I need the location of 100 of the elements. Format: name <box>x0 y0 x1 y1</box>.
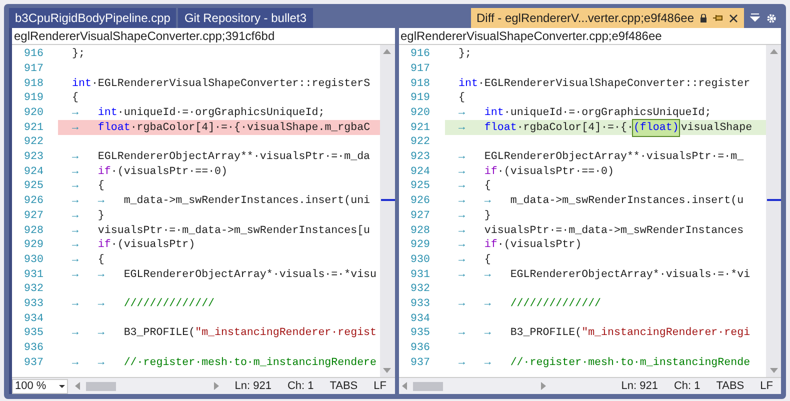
tab-marker: → <box>484 326 492 342</box>
code-text: int <box>72 76 92 92</box>
tab-marker: → <box>458 356 466 371</box>
line-number: 931 <box>410 268 431 283</box>
tab-marker: → <box>72 296 80 312</box>
code-text: EGLRendererObjectArray**·visualsPtr·=·m_da <box>98 150 370 166</box>
tab-marker: → <box>72 356 80 371</box>
status-text: LF <box>759 378 774 394</box>
tab-marker: → <box>72 194 80 210</box>
line-number: 937 <box>410 356 431 371</box>
tab-marker: → <box>484 296 492 312</box>
code-text: m_data->m_swRenderInstances.insert(uni <box>124 194 370 210</box>
code-text: B3_PROFILE( <box>510 326 582 342</box>
code-text: ·rgbaColor[4]·=·{· <box>516 120 634 136</box>
status-text: Ln: 921 <box>234 378 272 394</box>
code-text: B3_PROFILE( <box>124 326 196 342</box>
tab-marker: → <box>72 208 80 224</box>
line-number: 926 <box>410 194 431 210</box>
scroll-up-icon[interactable] <box>770 49 778 54</box>
code-text: ////////////// <box>510 296 602 312</box>
scroll-thumb[interactable] <box>412 382 442 390</box>
line-number: 917 <box>23 62 44 77</box>
scroll-right-icon[interactable] <box>214 382 219 390</box>
pin-icon[interactable] <box>713 14 723 22</box>
code-text: ////////////// <box>124 296 215 312</box>
line-number: 934 <box>410 312 431 327</box>
code-text: if <box>484 238 498 254</box>
close-icon[interactable] <box>729 14 738 22</box>
code-text: { <box>484 179 491 194</box>
code-text: { <box>98 252 104 268</box>
file-name: eglRendererVisualShapeConverter.cpp;e9f486ee <box>400 28 662 45</box>
tab-marker: → <box>458 296 466 312</box>
code-text: visualsPtr·=·m_data->m_swRenderInstances[u <box>98 224 370 238</box>
line-number: 924 <box>410 164 431 180</box>
tab-marker: → <box>72 164 80 180</box>
tab-marker: → <box>458 106 466 121</box>
tab-marker: → <box>484 194 492 210</box>
scroll-left-icon[interactable] <box>75 382 80 390</box>
code-text: int <box>484 106 504 121</box>
tab-marker: → <box>458 164 466 180</box>
scroll-down-icon[interactable] <box>383 368 391 373</box>
caret-icon <box>59 384 65 388</box>
document-tab[interactable]: b3CpuRigidBodyPipeline.cpp <box>9 8 176 28</box>
line-number: 919 <box>410 91 431 106</box>
scroll-left-icon[interactable] <box>402 382 406 390</box>
scroll-up-icon[interactable] <box>383 49 391 54</box>
tab-marker: → <box>72 106 80 121</box>
code-text: int <box>458 76 478 92</box>
status-text: Ch: 1 <box>672 378 702 394</box>
line-number: 936 <box>410 341 431 356</box>
tab-marker: → <box>484 268 492 283</box>
code-text: ·uniqueId·=·orgGraphicsUniqueId; <box>504 106 712 121</box>
vertical-scrollbar[interactable] <box>766 45 781 377</box>
line-number: 931 <box>23 268 44 283</box>
diff-tab[interactable]: Diff - eglRendererV...verter.cpp;e9f486ee <box>470 8 744 28</box>
code-text: ·EGLRendererVisualShapeConverter::registerS <box>91 76 370 92</box>
scroll-right-icon[interactable] <box>540 382 546 390</box>
line-number: 928 <box>23 224 44 238</box>
line-number: 935 <box>23 326 44 342</box>
line-number: 916 <box>410 47 431 62</box>
line-number: 922 <box>23 135 44 150</box>
code-text: { <box>72 91 78 106</box>
line-number: 928 <box>410 224 431 238</box>
status-text: Ch: 1 <box>286 378 315 394</box>
tab-marker: → <box>458 194 466 210</box>
line-number: 920 <box>410 106 431 121</box>
tab-marker: → <box>98 296 106 312</box>
code-text: if <box>98 164 111 180</box>
code-text: "m_instancingRenderer·regist <box>195 326 377 342</box>
change-marker <box>767 199 781 201</box>
dropdown-icon[interactable] <box>750 13 760 23</box>
line-number: 925 <box>410 179 431 194</box>
code-text: EGLRendererObjectArray*·visuals·=·*vi <box>510 268 750 283</box>
code-text: //·register·mesh·to·m_instancingRendere <box>124 356 377 371</box>
code-text: ·EGLRendererVisualShapeConverter::register <box>478 76 750 92</box>
line-number: 932 <box>410 282 431 298</box>
tab-marker: → <box>458 326 466 342</box>
code-text: int <box>98 106 118 121</box>
tab-marker: → <box>98 356 106 371</box>
tab-marker: → <box>98 194 106 210</box>
line-number: 921 <box>410 120 431 136</box>
tab-marker: → <box>458 252 466 268</box>
scroll-down-icon[interactable] <box>770 368 778 373</box>
document-tab[interactable]: Git Repository - bullet3 <box>178 8 312 28</box>
zoom-dropdown[interactable]: 100 % <box>12 378 68 394</box>
tab-marker: → <box>98 326 106 342</box>
line-number: 933 <box>23 296 44 312</box>
line-number: 917 <box>410 62 431 77</box>
tab-marker: → <box>458 150 466 166</box>
settings-icon[interactable] <box>766 12 777 24</box>
status-text: Ln: 921 <box>620 378 659 394</box>
line-number: 920 <box>23 106 44 121</box>
tab-marker: → <box>458 208 466 224</box>
scroll-thumb[interactable] <box>86 382 116 390</box>
code-text: "m_instancingRenderer·regi <box>582 326 750 342</box>
tab-marker: → <box>458 268 466 283</box>
line-number: 926 <box>23 194 44 210</box>
tab-marker: → <box>72 252 80 268</box>
vertical-scrollbar[interactable] <box>380 45 394 377</box>
line-number: 921 <box>23 120 44 136</box>
